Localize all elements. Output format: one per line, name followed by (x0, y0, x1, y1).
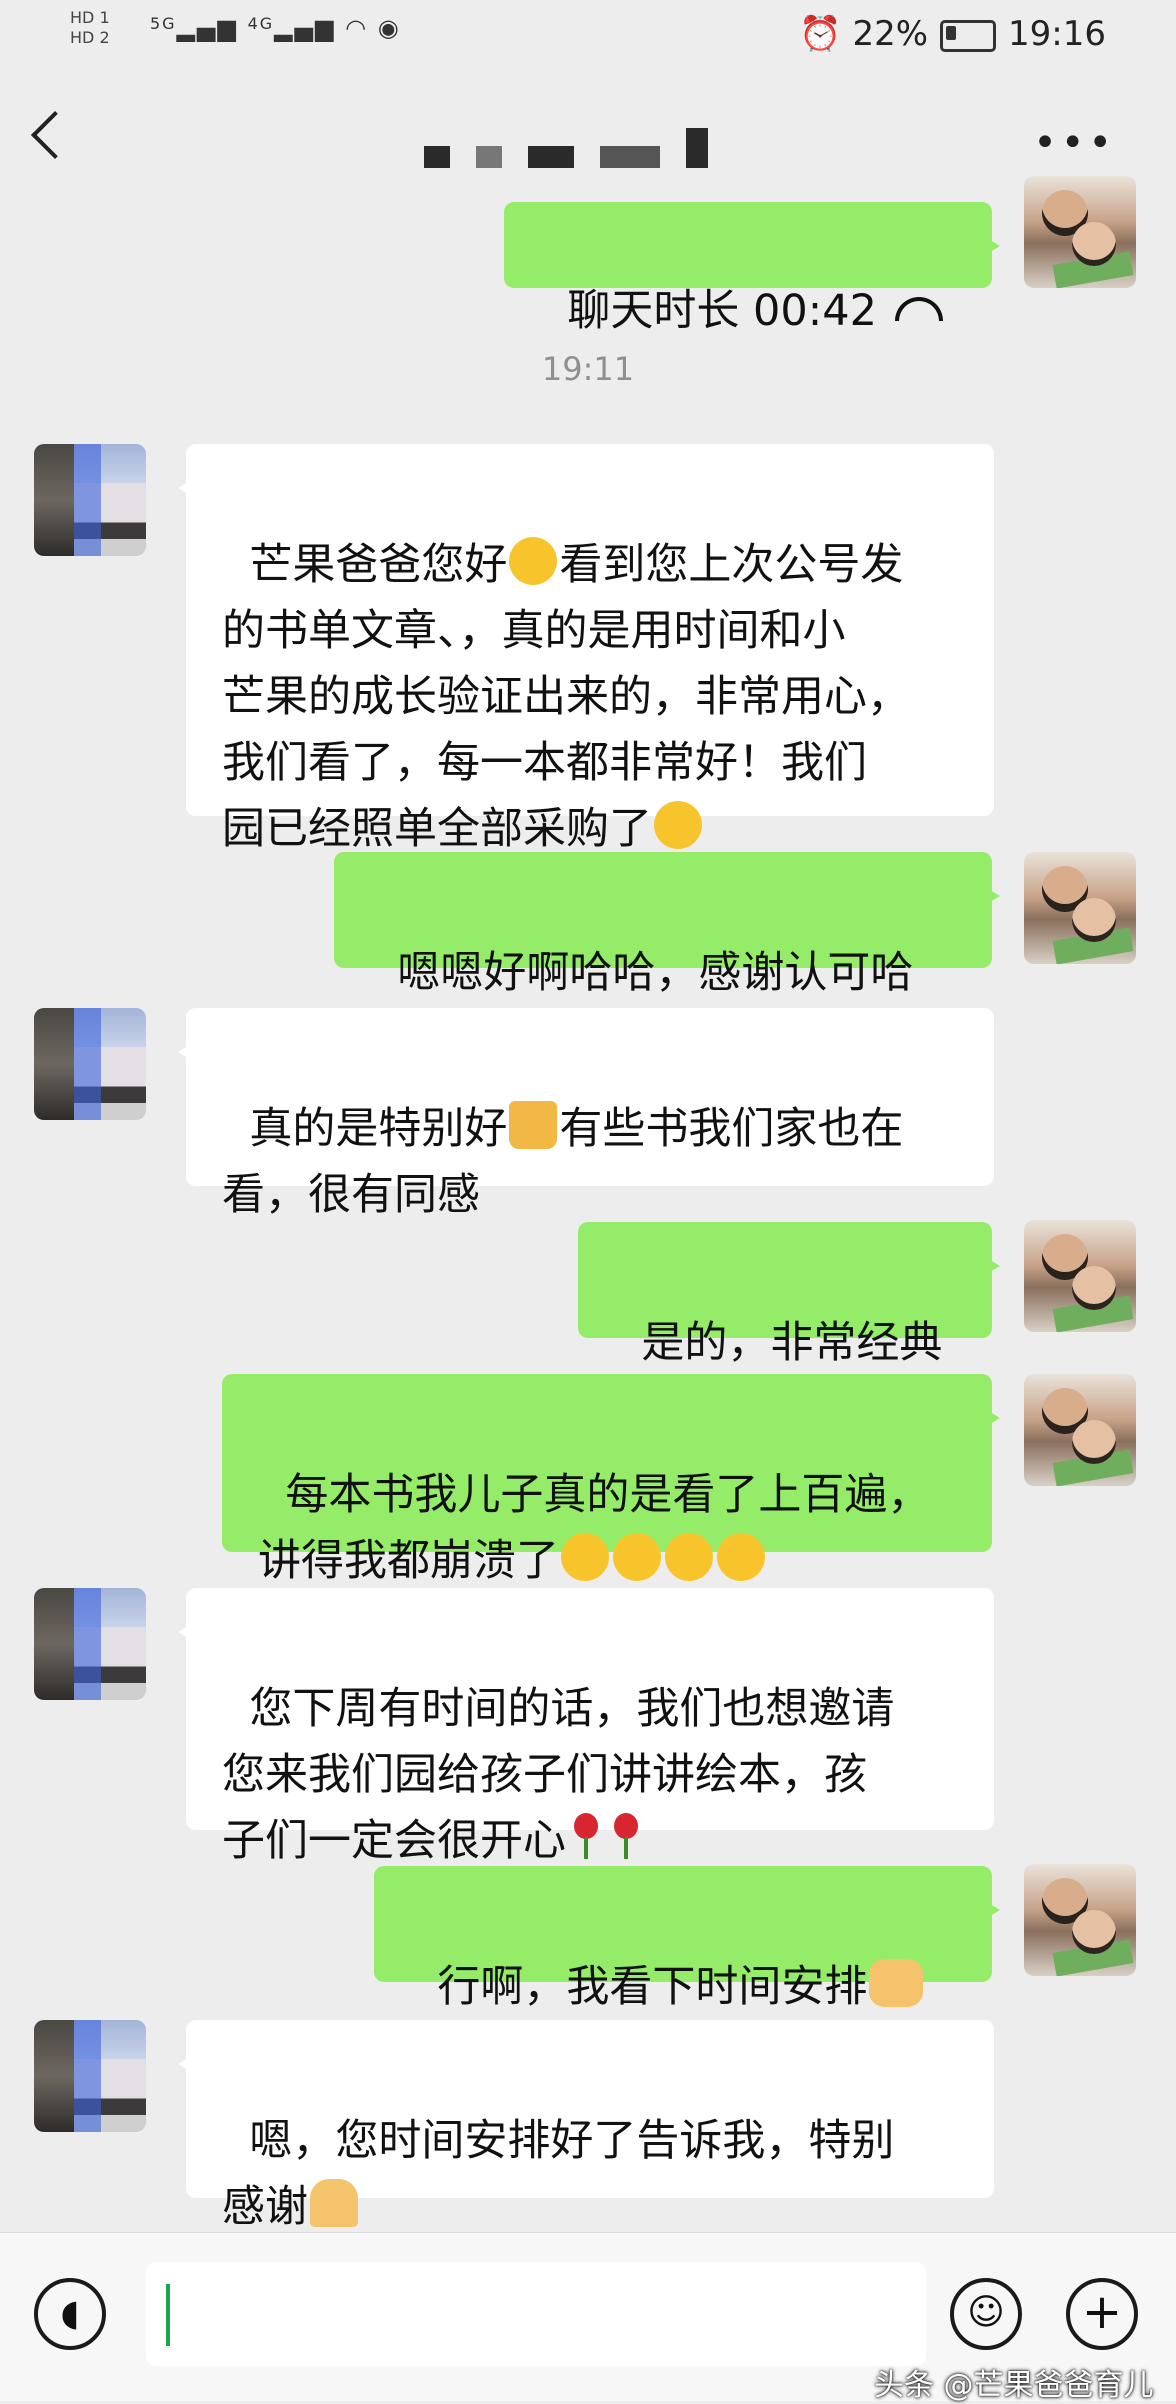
contact-avatar[interactable] (34, 444, 146, 556)
grin-emoji-icon (509, 537, 558, 585)
alarm-icon: ⏰ (799, 14, 842, 54)
message-text: 您下周有时间的话，我们也想邀请 您来我们园给孩子们讲讲绘本，孩 子们一定会很开心 (222, 1684, 895, 1866)
message-text: 行啊，我看下时间安排 (437, 1962, 868, 2012)
clock: 19:16 (1008, 14, 1106, 54)
handshake-emoji-icon (869, 1959, 924, 2007)
rofl-emoji-icon (665, 1533, 713, 1581)
message-input[interactable] (146, 2262, 926, 2366)
status-bar: HD 1 HD 2 5G▂▄▆ 4G▂▄▆ ◠ ◉ ⏰ 22% 19:16 (0, 0, 1176, 72)
more-dots-icon[interactable]: ••• (1033, 120, 1116, 166)
laugh-cry-emoji-icon (613, 1533, 661, 1581)
signal-icon: 5G▂▄▆ 4G▂▄▆ ◠ ◉ (150, 14, 401, 42)
laugh-cry-emoji-icon (561, 1533, 609, 1581)
status-right: ⏰ 22% 19:16 (799, 14, 1106, 54)
message-bubble-outgoing[interactable]: 是的，非常经典 (578, 1222, 1000, 1368)
watermark: 头条 @芒果爸爸育儿 (874, 2368, 1154, 2403)
message-bubble-incoming[interactable]: 真的是特别好 有些书我们家也在 看，很有同感 (178, 1008, 994, 1220)
rofl-emoji-icon (717, 1533, 765, 1581)
grin-emoji-icon (654, 801, 702, 849)
chat-title-blurred (424, 128, 734, 168)
pray-emoji-icon (310, 2179, 358, 2227)
call-record-bubble[interactable]: 聊天时长 00:42 (504, 202, 1000, 336)
text-cursor (166, 2284, 170, 2346)
sim2-label: HD 2 (70, 28, 110, 47)
timestamp: 19:11 (541, 350, 635, 388)
message-bubble-outgoing[interactable]: 嗯嗯好啊哈哈，感谢认可哈 (334, 852, 1000, 998)
call-icon (894, 297, 943, 321)
message-text: 嗯嗯好啊哈哈，感谢认可哈 (397, 948, 914, 998)
my-avatar[interactable] (1024, 1864, 1136, 1976)
contact-avatar[interactable] (34, 1588, 146, 1700)
message-text: 芒果爸爸您好 (249, 540, 508, 590)
message-bubble-incoming[interactable]: 芒果爸爸您好 看到您上次公号发 的书单文章、，真的是用时间和小 芒果的成长验证出来… (178, 444, 994, 854)
message-text: 是的，非常经典 (641, 1318, 943, 1368)
my-avatar[interactable] (1024, 176, 1136, 288)
emoji-icon[interactable]: ☺ (950, 2278, 1022, 2350)
my-avatar[interactable] (1024, 1374, 1136, 1486)
battery-icon (940, 19, 997, 52)
rose-emoji-icon (568, 1813, 604, 1861)
my-avatar[interactable] (1024, 852, 1136, 964)
rose-emoji-icon (608, 1813, 644, 1861)
message-text: 真的是特别好 (249, 1104, 508, 1154)
network-5g: 5G (150, 14, 177, 33)
my-avatar[interactable] (1024, 1220, 1136, 1332)
network-4g: 4G (247, 14, 275, 33)
thumbs-up-emoji-icon (509, 1101, 558, 1149)
battery-percent: 22% (852, 14, 929, 54)
sim1-label: HD 1 (70, 8, 110, 27)
plus-icon[interactable]: + (1066, 2278, 1138, 2350)
message-bubble-incoming[interactable]: 嗯，您时间安排好了告诉我，特别 感谢 (178, 2020, 994, 2232)
contact-avatar[interactable] (34, 1008, 146, 1120)
sim-indicators: HD 1 HD 2 (70, 8, 110, 48)
contact-avatar[interactable] (34, 2020, 146, 2132)
message-bubble-outgoing[interactable]: 每本书我儿子真的是看了上百遍， 讲得我都崩溃了 (222, 1374, 1000, 1586)
voice-icon[interactable]: ◖ (34, 2278, 106, 2350)
back-chevron-icon[interactable] (30, 110, 80, 160)
message-bubble-outgoing[interactable]: 行啊，我看下时间安排 (374, 1866, 1000, 2012)
message-bubble-incoming[interactable]: 您下周有时间的话，我们也想邀请 您来我们园给孩子们讲讲绘本，孩 子们一定会很开心 (178, 1588, 994, 1866)
call-duration: 聊天时长 00:42 (567, 286, 877, 336)
